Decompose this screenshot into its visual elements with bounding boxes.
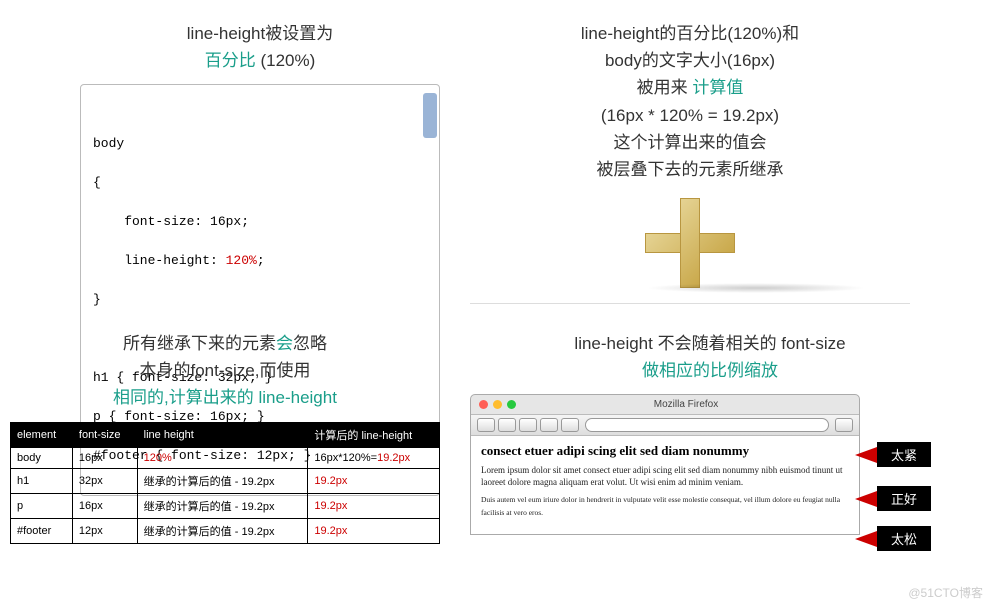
cell-calc: 19.2px xyxy=(308,518,440,543)
tag-just-right: 正好 xyxy=(855,486,931,511)
text-line: (16px * 120% = 19.2px) xyxy=(601,106,779,125)
browser-toolbar xyxy=(471,415,859,436)
cell-el: h1 xyxy=(11,468,73,493)
plus-icon xyxy=(645,198,735,288)
sample-footer: Duis autem vel eum iriure dolor in hendr… xyxy=(481,494,849,520)
tag-label: 太松 xyxy=(877,526,931,551)
cell-calc: 16px*120%=19.2px xyxy=(308,447,440,468)
text-line: line-height的百分比(120%)和 xyxy=(581,24,799,43)
th-fontsize: font-size xyxy=(72,422,137,447)
stop-button[interactable] xyxy=(540,418,558,432)
tag-too-loose: 太松 xyxy=(855,526,931,551)
browser-content: consect etuer adipi scing elit sed diam … xyxy=(471,436,859,533)
code-line: line-height: 120%; xyxy=(93,253,265,268)
cell-lh: 继承的计算后的值 - 19.2px xyxy=(137,493,308,518)
sample-heading: consect etuer adipi scing elit sed diam … xyxy=(481,444,849,458)
table-row: p 16px 继承的计算后的值 - 19.2px 19.2px xyxy=(11,493,440,518)
address-bar[interactable] xyxy=(585,418,829,432)
heading-q4: line-height 不会随着相关的 font-size 做相应的比例缩放 xyxy=(470,330,950,384)
table-row: #footer 12px 继承的计算后的值 - 19.2px 19.2px xyxy=(11,518,440,543)
text-line: body的文字大小(16px) xyxy=(605,51,775,70)
text-line: line-height 不会随着相关的 font-size xyxy=(574,334,845,353)
browser-title: Mozilla Firefox xyxy=(521,399,851,410)
arrow-icon xyxy=(855,491,877,507)
scrollbar[interactable] xyxy=(423,93,437,138)
tag-too-tight: 太紧 xyxy=(855,442,931,467)
text-line: 忽略 xyxy=(293,334,327,353)
text-line: 所有继承下来的元素 xyxy=(123,334,276,353)
cell-el: body xyxy=(11,447,73,468)
table-row: body 16px 120% 16px*120%=19.2px xyxy=(11,447,440,468)
text-line: 被用来 xyxy=(637,78,693,97)
th-lineheight: line height xyxy=(137,422,308,447)
table-header-row: element font-size line height 计算后的 line-… xyxy=(11,422,440,447)
code-line: font-size: 16px; xyxy=(93,214,249,229)
back-button[interactable] xyxy=(477,418,495,432)
cell-el: p xyxy=(11,493,73,518)
quadrant-top-right: line-height的百分比(120%)和 body的文字大小(16px) 被… xyxy=(470,20,910,304)
heading-suffix: (120%) xyxy=(256,51,316,70)
heading-text: line-height被设置为 xyxy=(187,24,333,43)
th-calc: 计算后的 line-height xyxy=(308,422,440,447)
arrow-icon xyxy=(855,531,877,547)
code-line: { xyxy=(93,175,101,190)
quadrant-bottom-left: 所有继承下来的元素会忽略 本身的font-size,而使用 相同的,计算出来的 … xyxy=(10,330,440,544)
inheritance-table: element font-size line height 计算后的 line-… xyxy=(10,422,440,544)
reload-button[interactable] xyxy=(519,418,537,432)
minimize-icon[interactable] xyxy=(493,400,502,409)
text-accent: 相同的,计算出来的 line-height xyxy=(113,388,337,407)
browser-titlebar: Mozilla Firefox xyxy=(471,395,859,415)
text-line: 这个计算出来的值会 xyxy=(614,133,767,152)
tag-label: 太紧 xyxy=(877,442,931,467)
cell-fs: 32px xyxy=(72,468,137,493)
text-accent: 做相应的比例缩放 xyxy=(642,361,778,380)
search-button[interactable] xyxy=(835,418,853,432)
tag-label: 正好 xyxy=(877,486,931,511)
code-line: } xyxy=(93,292,101,307)
plus-decoration xyxy=(470,193,910,293)
arrow-icon xyxy=(855,447,877,463)
sample-paragraph: Lorem ipsum dolor sit amet consect etuer… xyxy=(481,464,849,488)
divider xyxy=(470,303,910,304)
cell-fs: 16px xyxy=(72,447,137,468)
cell-calc: 19.2px xyxy=(308,468,440,493)
table-row: h1 32px 继承的计算后的值 - 19.2px 19.2px xyxy=(11,468,440,493)
cell-lh: 继承的计算后的值 - 19.2px xyxy=(137,468,308,493)
zoom-icon[interactable] xyxy=(507,400,516,409)
close-icon[interactable] xyxy=(479,400,488,409)
cell-calc: 19.2px xyxy=(308,493,440,518)
text-accent: 计算值 xyxy=(692,78,743,97)
forward-button[interactable] xyxy=(498,418,516,432)
home-button[interactable] xyxy=(561,418,579,432)
cell-el: #footer xyxy=(11,518,73,543)
heading-accent: 百分比 xyxy=(205,51,256,70)
heading-q3: 所有继承下来的元素会忽略 本身的font-size,而使用 相同的,计算出来的 … xyxy=(10,330,440,412)
cell-fs: 16px xyxy=(72,493,137,518)
th-element: element xyxy=(11,422,73,447)
text-line: 本身的font-size,而使用 xyxy=(140,361,311,380)
heading-q2: line-height的百分比(120%)和 body的文字大小(16px) 被… xyxy=(470,20,910,183)
text-accent: 会 xyxy=(276,334,293,353)
cell-lh: 120% xyxy=(137,447,308,468)
browser-mock: Mozilla Firefox consect etuer adipi scin… xyxy=(470,394,860,534)
quadrant-bottom-right: line-height 不会随着相关的 font-size 做相应的比例缩放 M… xyxy=(470,330,950,535)
heading-q1: line-height被设置为 百分比 (120%) xyxy=(80,20,440,74)
cell-lh: 继承的计算后的值 - 19.2px xyxy=(137,518,308,543)
cell-fs: 12px xyxy=(72,518,137,543)
code-line: body xyxy=(93,136,124,151)
text-line: 被层叠下去的元素所继承 xyxy=(597,160,784,179)
watermark: @51CTO博客 xyxy=(908,584,983,601)
